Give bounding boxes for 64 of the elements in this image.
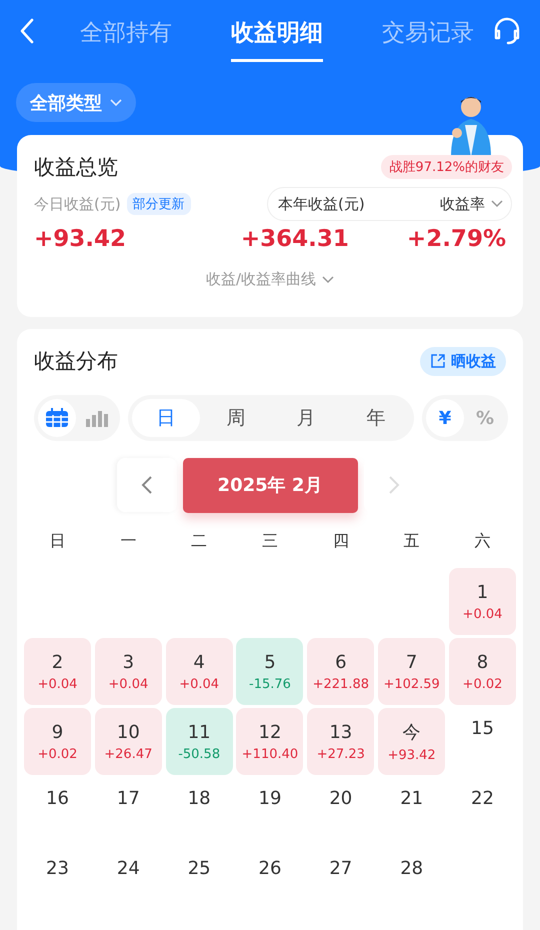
chevron-icon: [491, 200, 503, 208]
calendar-day[interactable]: 28: [378, 848, 446, 915]
headset-icon[interactable]: [492, 17, 522, 45]
today-value: +93.42: [34, 226, 126, 252]
calendar-day[interactable]: 19: [236, 778, 304, 845]
share-icon: [430, 353, 446, 369]
calendar-day[interactable]: 4 +0.04: [166, 638, 233, 705]
weekday-label: 三: [260, 530, 279, 552]
weekday-label: 六: [473, 530, 492, 552]
rank-badge: 战胜97.12%的财友: [381, 155, 512, 179]
calendar-day[interactable]: 22: [448, 778, 516, 845]
bar-chart-icon: [85, 408, 109, 428]
back-icon: [20, 18, 34, 44]
calendar-day[interactable]: 17: [94, 778, 162, 845]
calendar-day[interactable]: 21: [378, 778, 446, 845]
weekday-label: 四: [332, 530, 350, 552]
calendar-day[interactable]: 15: [448, 708, 516, 775]
calendar-day[interactable]: 3 +0.04: [94, 638, 162, 705]
period-tab[interactable]: 年: [342, 399, 410, 437]
calendar-day[interactable]: 8 +0.02: [448, 638, 516, 705]
tab[interactable]: 收益明细: [231, 0, 323, 62]
calendar-day[interactable]: 10 +26.47: [94, 708, 162, 775]
period-tab[interactable]: 周: [202, 399, 270, 437]
calendar-day[interactable]: 25: [166, 848, 233, 915]
calendar-day[interactable]: 1 +0.04: [448, 568, 516, 635]
chevron-left-icon: [140, 475, 152, 495]
weekday-label: 五: [402, 530, 421, 552]
rate-label: 收益率: [440, 194, 485, 214]
update-tag: 部分更新: [126, 193, 191, 215]
calendar-day[interactable]: 23: [24, 848, 91, 915]
rate-value: +2.79%: [406, 226, 506, 252]
weekday-label: 日: [48, 530, 66, 552]
calendar-icon: [45, 408, 69, 428]
chevron-icon: [110, 98, 122, 106]
year-selector[interactable]: 本年收益(元) 收益率: [267, 187, 512, 221]
calendar-day[interactable]: 12 +110.40: [236, 708, 304, 775]
calendar-day[interactable]: 16: [24, 778, 91, 845]
unit-toggle[interactable]: ¥: [426, 399, 464, 437]
period-tab[interactable]: 日: [132, 399, 200, 437]
calendar-day[interactable]: 6 +221.88: [307, 638, 374, 705]
calendar-day[interactable]: 今 +93.42: [378, 708, 446, 775]
period-tab[interactable]: 月: [272, 399, 340, 437]
month-label: 2025年 2月: [182, 458, 358, 512]
calendar-day[interactable]: 26: [236, 848, 304, 915]
chevron-icon: [322, 276, 334, 284]
chevron-right-icon: [388, 475, 400, 495]
calendar-view-button[interactable]: [38, 399, 76, 437]
weekday-label: 二: [190, 530, 208, 552]
card-title: 收益分布: [34, 348, 118, 375]
calendar-day[interactable]: 18: [166, 778, 233, 845]
calendar-day[interactable]: 2 +0.04: [24, 638, 91, 705]
calendar-day[interactable]: 5 -15.76: [236, 638, 304, 705]
today-label: 今日收益(元): [34, 194, 121, 214]
calendar-day[interactable]: 11 -50.58: [166, 708, 233, 775]
card-title: 收益总览: [34, 154, 118, 181]
calendar-day[interactable]: 7 +102.59: [378, 638, 446, 705]
year-value: +364.31: [240, 226, 349, 252]
weekday-label: 一: [119, 530, 138, 552]
calendar-day[interactable]: 9 +0.02: [24, 708, 91, 775]
calendar-day[interactable]: 24: [94, 848, 162, 915]
calendar-day[interactable]: 27: [307, 848, 374, 915]
year-label: 本年收益(元): [278, 194, 366, 214]
calendar-day[interactable]: 13 +27.23: [307, 708, 374, 775]
calendar-day[interactable]: 20: [307, 778, 374, 845]
